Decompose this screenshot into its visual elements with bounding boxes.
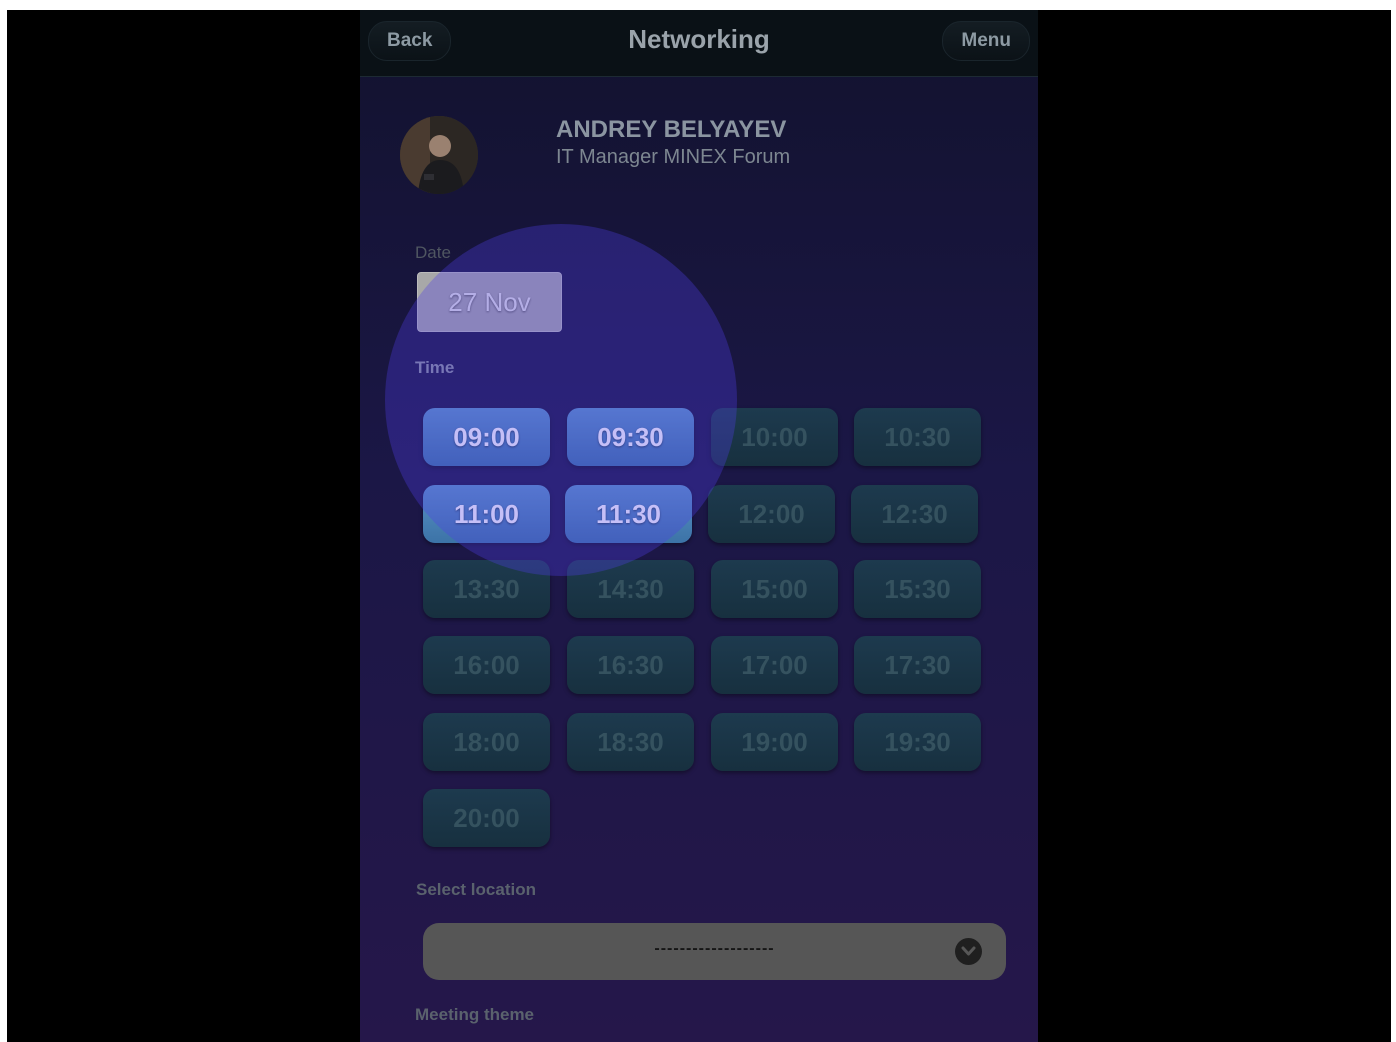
time-slot[interactable]: 20:00 — [423, 789, 550, 847]
time-slot[interactable]: 14:30 — [567, 560, 694, 618]
time-slot[interactable]: 15:00 — [711, 560, 838, 618]
time-slot[interactable]: 10:30 — [854, 408, 981, 466]
time-slot[interactable]: 11:30 — [565, 485, 692, 543]
time-slot[interactable]: 12:30 — [851, 485, 978, 543]
avatar — [400, 116, 478, 194]
screen-frame: Back Networking Menu ANDREY BELYAYEV IT … — [7, 10, 1391, 1042]
date-label: Date — [415, 243, 451, 262]
person-photo-icon — [400, 116, 478, 194]
page-title: Networking — [628, 24, 770, 54]
time-slot[interactable]: 12:00 — [708, 485, 835, 543]
time-slot[interactable]: 17:30 — [854, 636, 981, 694]
chevron-down-icon[interactable] — [955, 938, 982, 965]
top-bar: Back Networking Menu — [360, 10, 1038, 77]
time-slot[interactable]: 18:00 — [423, 713, 550, 771]
time-slot[interactable]: 11:00 — [423, 485, 550, 543]
time-slot[interactable]: 09:30 — [567, 408, 694, 466]
time-slot[interactable]: 16:30 — [567, 636, 694, 694]
time-slot[interactable]: 10:00 — [711, 408, 838, 466]
time-slot[interactable]: 19:30 — [854, 713, 981, 771]
time-slot[interactable]: 16:00 — [423, 636, 550, 694]
location-value: ------------------- — [654, 940, 775, 957]
time-slot[interactable]: 17:00 — [711, 636, 838, 694]
app-view: Back Networking Menu ANDREY BELYAYEV IT … — [360, 10, 1038, 1042]
date-picker[interactable]: 27 Nov — [417, 272, 562, 332]
time-label: Time — [415, 358, 455, 377]
profile-role: IT Manager MINEX Forum — [556, 146, 791, 168]
time-slot[interactable]: 19:00 — [711, 713, 838, 771]
time-slot[interactable]: 09:00 — [423, 408, 550, 466]
location-select[interactable]: ------------------- — [423, 923, 1006, 980]
location-label: Select location — [416, 880, 536, 899]
menu-button[interactable]: Menu — [942, 21, 1030, 61]
profile-name: ANDREY BELYAYEV — [556, 116, 787, 143]
meeting-theme-label: Meeting theme — [415, 1005, 535, 1024]
time-slot[interactable]: 18:30 — [567, 713, 694, 771]
time-slot[interactable]: 15:30 — [854, 560, 981, 618]
time-slot[interactable]: 13:30 — [423, 560, 550, 618]
